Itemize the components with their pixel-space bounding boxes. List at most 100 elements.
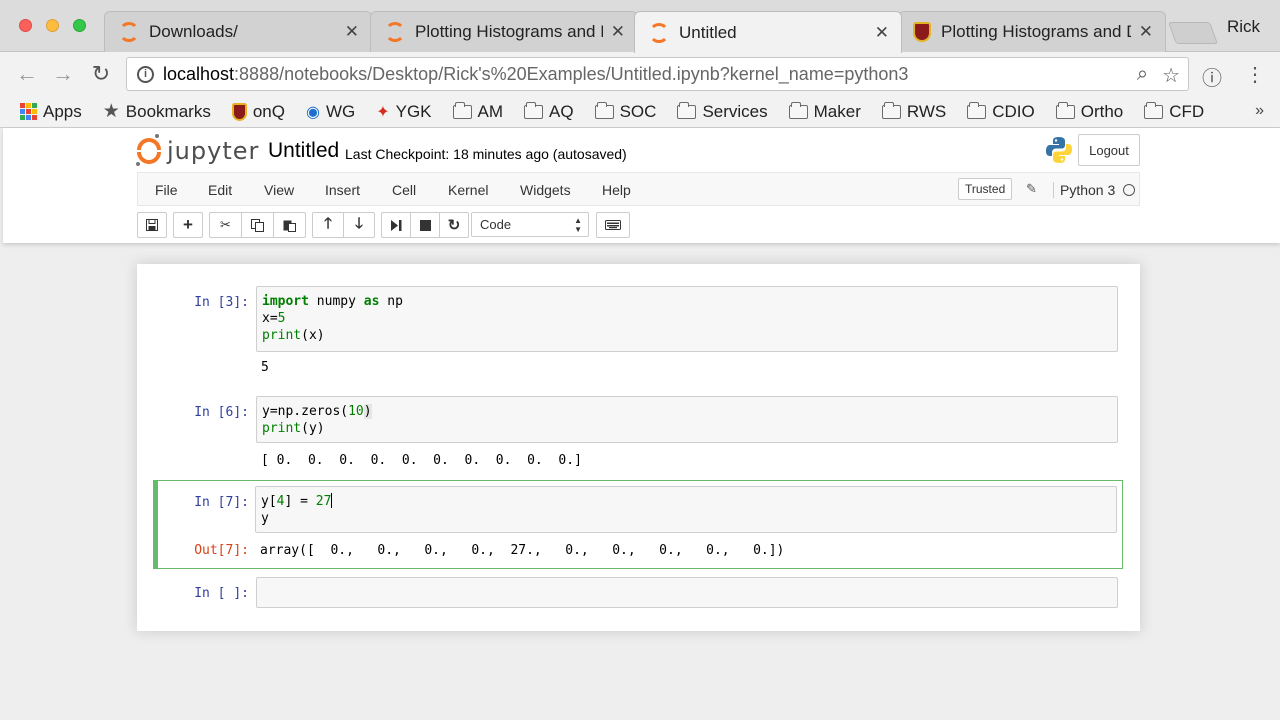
bookmark-label: Services: [702, 101, 768, 121]
kernel-name: Python 3: [1053, 182, 1115, 198]
address-bar[interactable]: i localhost:8888/notebooks/Desktop/Rick'…: [126, 57, 1189, 91]
bookmark-bookmarks[interactable]: ★ Bookmarks: [103, 100, 211, 123]
more-bookmarks-icon[interactable]: »: [1255, 102, 1264, 120]
jupyter-page: jupyter Untitled Last Checkpoint: 18 min…: [3, 128, 1280, 720]
minimize-window-button[interactable]: [46, 19, 59, 32]
menu-edit[interactable]: Edit: [208, 182, 232, 198]
paste-icon: [283, 220, 296, 232]
new-tab-button[interactable]: [1167, 22, 1219, 44]
bookmark-cdio[interactable]: CDIO: [967, 101, 1035, 122]
forward-arrow-icon[interactable]: →: [50, 61, 76, 87]
menu-help[interactable]: Help: [602, 182, 631, 198]
python-logo-icon: [1046, 137, 1072, 163]
bookmark-ortho[interactable]: Ortho: [1055, 101, 1124, 122]
menu-file[interactable]: File: [155, 182, 178, 198]
code-cell[interactable]: In [6]: y=np.zeros(10) print(y) [ 0. 0. 0…: [153, 394, 1123, 476]
move-down-button[interactable]: 🡓: [343, 212, 375, 238]
code-editor[interactable]: y[4] = 27 y: [255, 486, 1117, 533]
chrome-menu-icon[interactable]: ⋮: [1245, 62, 1265, 87]
code-editor[interactable]: import numpy as np x=5 print(x): [256, 286, 1118, 352]
jupyter-icon: [649, 22, 669, 43]
code-line: x=5: [262, 310, 1112, 327]
interrupt-kernel-button[interactable]: [410, 212, 440, 238]
browser-tab-plotting-2[interactable]: Plotting Histograms and D ✕: [898, 11, 1166, 52]
checkpoint-status: Last Checkpoint: 18 minutes ago (autosav…: [345, 146, 627, 162]
copy-button[interactable]: [241, 212, 274, 238]
select-arrows-icon: ▲ ▼: [574, 216, 582, 234]
bookmark-label: AQ: [549, 101, 574, 121]
run-cell-button[interactable]: [381, 212, 411, 238]
code-token: (x): [301, 328, 325, 343]
menu-cell[interactable]: Cell: [392, 182, 416, 198]
bookmark-rws[interactable]: RWS: [881, 101, 946, 122]
browser-tab-plotting-1[interactable]: Plotting Histograms and D ✕: [370, 11, 638, 52]
bookmark-label: Ortho: [1080, 101, 1124, 121]
code-token: import: [262, 294, 309, 309]
cell-type-select[interactable]: Code ▲ ▼: [471, 212, 589, 237]
bookmark-soc[interactable]: SOC: [594, 101, 656, 122]
code-token: y: [261, 511, 269, 526]
code-cell[interactable]: In [3]: import numpy as np x=5 print(x) 5: [153, 284, 1123, 382]
code-token: ] =: [284, 494, 316, 509]
browser-toolbar: ← → ↻ i localhost:8888/notebooks/Desktop…: [0, 52, 1280, 96]
jupyter-logo[interactable]: jupyter: [136, 134, 259, 166]
bookmark-star-icon[interactable]: ☆: [1162, 63, 1180, 88]
close-icon[interactable]: ✕: [1139, 22, 1153, 42]
bookmark-ygk[interactable]: ✦ YGK: [376, 102, 431, 122]
bookmark-label: Apps: [43, 101, 82, 121]
save-button[interactable]: [137, 212, 167, 238]
reload-icon[interactable]: ↻: [88, 61, 114, 87]
logout-button[interactable]: Logout: [1078, 134, 1140, 166]
code-cell-selected[interactable]: In [7]: y[4] = 27 y Out[7]: array([ 0., 0…: [153, 480, 1123, 569]
back-arrow-icon[interactable]: ←: [14, 61, 40, 87]
bookmark-cfd[interactable]: CFD: [1144, 101, 1204, 122]
shield-icon: [913, 22, 931, 42]
notebook-name[interactable]: Untitled: [268, 139, 339, 163]
bookmark-am[interactable]: AM: [452, 101, 503, 122]
keyboard-icon: [605, 220, 621, 230]
apps-grid-icon: [20, 103, 37, 120]
close-icon[interactable]: ✕: [345, 22, 359, 42]
move-up-button[interactable]: 🡑: [312, 212, 344, 238]
code-editor[interactable]: y=np.zeros(10) print(y): [256, 396, 1118, 443]
scissors-icon: ✂: [220, 217, 231, 232]
browser-tab-untitled[interactable]: Untitled ✕: [634, 11, 902, 53]
code-cell[interactable]: In [ ]:: [153, 576, 1123, 610]
menu-widgets[interactable]: Widgets: [520, 182, 571, 198]
menu-view[interactable]: View: [264, 182, 294, 198]
folder-icon: [452, 101, 472, 119]
arrow-down-icon: 🡓: [355, 214, 363, 232]
profile-name[interactable]: Rick: [1227, 17, 1260, 37]
code-line: y: [261, 510, 1111, 527]
zoom-magnifier-icon[interactable]: ⌕: [1137, 63, 1148, 88]
close-icon[interactable]: ✕: [875, 23, 889, 43]
close-icon[interactable]: ✕: [611, 22, 625, 42]
command-palette-button[interactable]: [596, 212, 630, 238]
paste-button[interactable]: [273, 212, 306, 238]
code-line: y=np.zeros(10): [262, 403, 1112, 420]
zoom-window-button[interactable]: [73, 19, 86, 32]
code-editor[interactable]: [256, 577, 1118, 608]
restart-kernel-button[interactable]: ↻: [439, 212, 469, 238]
plus-icon: +: [183, 215, 193, 234]
browser-tab-downloads[interactable]: Downloads/ ✕: [104, 11, 372, 52]
save-icon: [146, 219, 158, 231]
bookmark-aq[interactable]: AQ: [524, 101, 574, 122]
arrow-up-icon: 🡑: [324, 214, 332, 232]
extension-icon[interactable]: ⓘ: [1202, 62, 1222, 91]
info-icon[interactable]: i: [137, 65, 154, 83]
insert-cell-button[interactable]: +: [173, 212, 203, 238]
bookmark-maker[interactable]: Maker: [788, 101, 861, 122]
cut-button[interactable]: ✂: [209, 212, 242, 238]
pencil-icon[interactable]: ✎: [1026, 181, 1037, 197]
menu-kernel[interactable]: Kernel: [448, 182, 488, 198]
trusted-badge[interactable]: Trusted: [958, 178, 1013, 200]
bookmark-wg[interactable]: ◉ WG: [306, 102, 355, 122]
bookmark-services[interactable]: Services: [677, 101, 768, 122]
menu-insert[interactable]: Insert: [325, 182, 360, 198]
cell-output: 5: [261, 360, 269, 375]
bookmark-apps[interactable]: Apps: [20, 102, 82, 122]
code-token: 10: [348, 404, 364, 419]
close-window-button[interactable]: [19, 19, 32, 32]
bookmark-onq[interactable]: onQ: [231, 102, 285, 122]
